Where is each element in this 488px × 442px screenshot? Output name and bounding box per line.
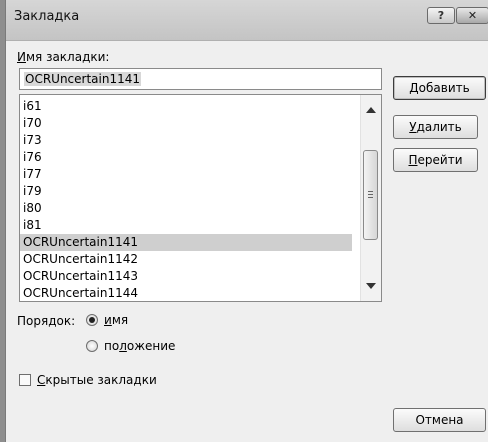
add-button[interactable]: Добавить <box>393 76 486 100</box>
bookmark-list-items: i61 i70 i73 i76 i77 i79 i80 i81 OCRUncertain1141… <box>20 98 352 301</box>
scroll-thumb[interactable] <box>363 150 378 240</box>
bookmark-name-input[interactable]: OCRUncertain1141 <box>19 68 382 90</box>
list-item[interactable]: i77 <box>20 166 352 183</box>
list-item[interactable]: i80 <box>20 200 352 217</box>
order-by-position-option[interactable]: положение <box>86 339 175 353</box>
bookmark-list[interactable]: i61 i70 i73 i76 i77 i79 i80 i81 OCRUncertain1141… <box>19 94 382 302</box>
scroll-down-arrow-icon[interactable] <box>366 283 376 289</box>
list-item[interactable]: i70 <box>20 115 352 132</box>
help-button[interactable]: ? <box>427 7 455 24</box>
list-item[interactable]: OCRUncertain1142 <box>20 251 352 268</box>
order-by-name-option[interactable]: имя <box>86 313 128 327</box>
cancel-button[interactable]: Отмена <box>393 408 486 432</box>
order-by-name-label: имя <box>104 313 129 327</box>
list-item[interactable]: i61 <box>20 98 352 115</box>
bookmark-name-value: OCRUncertain1141 <box>24 72 142 86</box>
list-item[interactable]: i79 <box>20 183 352 200</box>
grip-icon <box>368 191 373 200</box>
bookmark-name-label: Имя закладки: <box>17 50 110 64</box>
dialog-title: Закладка <box>14 9 80 24</box>
bookmark-dialog: Закладка ? ✕ Имя закладки: OCRUncertain1… <box>5 0 488 442</box>
hidden-bookmarks-option[interactable]: Скрытые закладки <box>19 373 157 387</box>
list-item[interactable]: OCRUncertain1144 <box>20 285 352 301</box>
list-item[interactable]: OCRUncertain1141 <box>20 234 352 251</box>
goto-button[interactable]: Перейти <box>393 148 478 172</box>
order-by-position-radio[interactable] <box>86 340 98 352</box>
order-by-name-radio[interactable] <box>86 314 98 326</box>
order-label: Порядок: <box>17 314 76 328</box>
delete-button[interactable]: Удалить <box>393 115 478 139</box>
list-item[interactable]: OCRUncertain1143 <box>20 268 352 285</box>
scroll-up-arrow-icon[interactable] <box>366 107 376 113</box>
hidden-bookmarks-label: Скрытые закладки <box>37 373 157 387</box>
close-button[interactable]: ✕ <box>456 7 488 24</box>
list-item[interactable]: i81 <box>20 217 352 234</box>
order-by-position-label: положение <box>104 339 176 353</box>
title-bar: Закладка ? ✕ <box>6 0 488 41</box>
list-scrollbar[interactable] <box>360 95 381 301</box>
list-item[interactable]: i73 <box>20 132 352 149</box>
list-item[interactable]: i76 <box>20 149 352 166</box>
hidden-bookmarks-checkbox[interactable] <box>19 374 31 386</box>
